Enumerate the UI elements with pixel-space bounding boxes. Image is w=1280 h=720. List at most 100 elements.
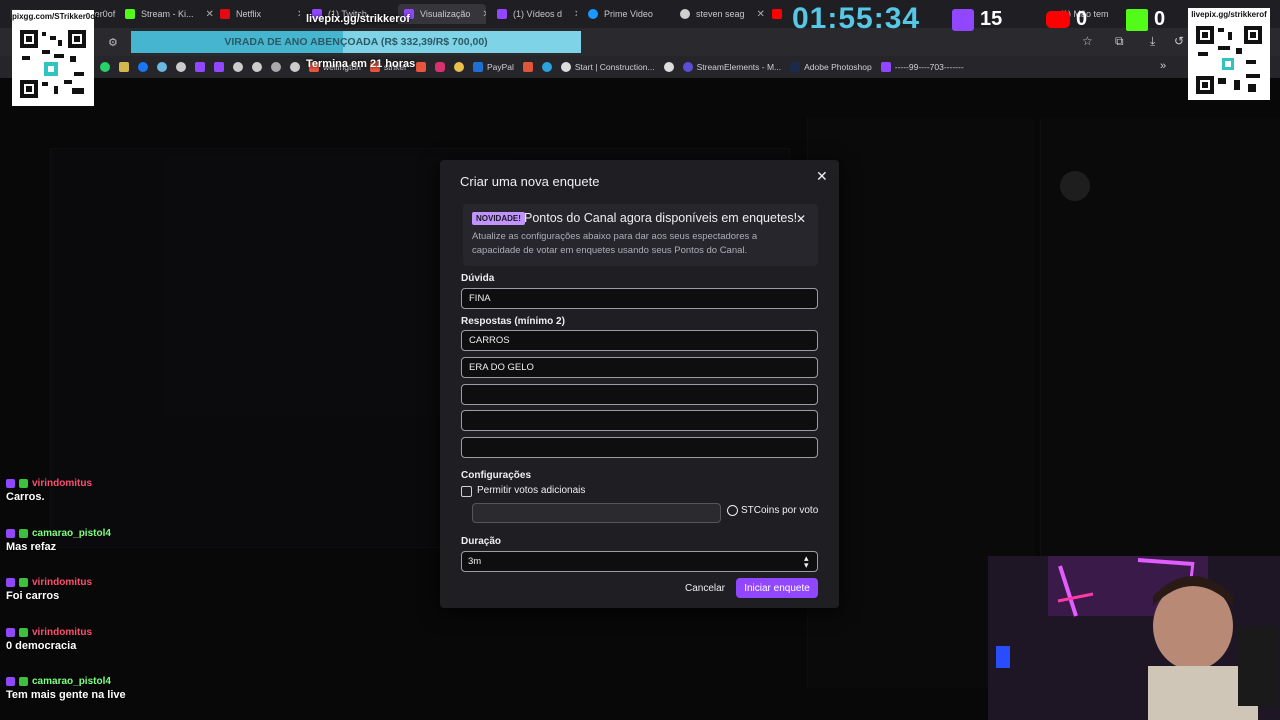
- bookmark-label: Adobe Photoshop: [804, 62, 872, 72]
- goal-ends-text: Termina em 21 horas: [306, 58, 416, 70]
- bookmark[interactable]: [233, 62, 243, 72]
- bookmark-icon: [453, 62, 464, 72]
- globe-icon: [271, 62, 281, 72]
- kick-icon: [1126, 8, 1148, 31]
- duration-value: 3m: [468, 556, 482, 567]
- answer-input-4[interactable]: [461, 410, 818, 431]
- bookmark[interactable]: [663, 62, 674, 72]
- twitch-icon: [952, 8, 974, 31]
- config-label: Configurações: [461, 470, 532, 481]
- twitch-badge-icon: [6, 479, 15, 488]
- kick-icon: [125, 9, 135, 19]
- duration-select[interactable]: 3m ▴ ▾: [461, 551, 818, 572]
- kick-viewer-count: 0: [1126, 8, 1165, 31]
- gmail-icon: [415, 62, 426, 72]
- close-tab-icon[interactable]: ✕: [297, 9, 300, 20]
- browser-tab-active[interactable]: Visualização ✕: [398, 4, 486, 24]
- twitch-icon: [880, 62, 891, 72]
- browser-tab[interactable]: (1) Vídeos d ✕: [497, 4, 577, 24]
- bookmark-instagram[interactable]: [434, 62, 445, 72]
- answer-input-3[interactable]: [461, 384, 818, 405]
- coins-per-vote-input: [472, 503, 721, 523]
- tab-label: Visualização: [420, 9, 471, 19]
- tab-label: Stream - Ki...: [141, 9, 194, 19]
- chat-message: camarao_pistol4 Mas refaz: [6, 528, 236, 553]
- bookmark[interactable]: [453, 62, 464, 72]
- netflix-icon: [220, 9, 230, 19]
- chat-username: camarao_pistol4: [32, 676, 111, 687]
- verified-badge-icon: [19, 628, 28, 637]
- youtube-viewer-count: 0: [1046, 8, 1087, 31]
- extensions-icon[interactable]: ⧉: [1115, 34, 1124, 49]
- notice-title: Pontos do Canal agora disponíveis em enq…: [524, 211, 798, 225]
- cancel-button[interactable]: Cancelar: [678, 578, 732, 598]
- close-tab-icon[interactable]: ✕: [482, 9, 486, 20]
- bookmark-numbers[interactable]: -----99----703-------: [880, 62, 964, 72]
- subathon-timer: 01:55:34: [792, 2, 921, 35]
- star-icon[interactable]: ☆: [1082, 34, 1093, 48]
- browser-tab[interactable]: Netflix ✕: [220, 4, 300, 24]
- chat-message: virindomitus Foi carros: [6, 577, 236, 602]
- bookmark-label: -----99----703-------: [894, 62, 964, 72]
- bookmark[interactable]: [157, 62, 167, 72]
- bookmark[interactable]: [415, 62, 426, 72]
- close-tab-icon[interactable]: ✕: [206, 9, 214, 20]
- answer-input-1[interactable]: CARROS: [461, 330, 818, 351]
- bookmark-facebook[interactable]: [138, 62, 148, 72]
- additional-votes-label[interactable]: Permitir votos adicionais: [477, 485, 585, 496]
- bookmark-twitch[interactable]: [214, 62, 224, 72]
- close-tab-icon[interactable]: ✕: [757, 9, 765, 20]
- question-input[interactable]: FINA: [461, 288, 818, 309]
- bookmark-photoshop[interactable]: Adobe Photoshop: [790, 62, 872, 72]
- telegram-icon: [541, 62, 552, 72]
- bookmark-paypal[interactable]: PayPal: [472, 62, 514, 72]
- globe-icon: [176, 62, 186, 72]
- chat-message: virindomitus 0 democracia: [6, 627, 236, 652]
- history-icon[interactable]: ↺: [1174, 34, 1184, 48]
- answer-input-5[interactable]: [461, 437, 818, 458]
- bookmark[interactable]: [252, 62, 262, 72]
- start-poll-button[interactable]: Iniciar enquete: [736, 578, 818, 598]
- twitch-badge-icon: [6, 628, 15, 637]
- bookmark-twitch[interactable]: [195, 62, 205, 72]
- chat-username: camarao_pistol4: [32, 528, 111, 539]
- close-icon[interactable]: ✕: [816, 168, 828, 185]
- donation-goal-text: VIRADA DE ANO ABENÇOADA (R$ 332,39/R$ 70…: [224, 36, 488, 48]
- bookmark[interactable]: [176, 62, 186, 72]
- browser-tab[interactable]: steven seag ✕: [680, 4, 770, 24]
- browser-tab[interactable]: [772, 4, 792, 24]
- bookmark[interactable]: [290, 62, 300, 72]
- webcam-feed: [988, 556, 1280, 720]
- globe-icon: [560, 62, 571, 72]
- additional-votes-checkbox[interactable]: [461, 486, 472, 497]
- tab-label: Netflix: [236, 9, 262, 19]
- answer-input-2[interactable]: ERA DO GELO: [461, 357, 818, 378]
- dismiss-notice-icon[interactable]: ✕: [796, 212, 806, 226]
- chevron-right-icon[interactable]: »: [1160, 60, 1166, 72]
- bookmark-streamelements[interactable]: StreamElements - M...: [682, 62, 781, 72]
- bookmark[interactable]: [119, 62, 129, 72]
- download-icon[interactable]: ⤓: [1150, 34, 1155, 49]
- bookmark[interactable]: [271, 62, 281, 72]
- modal-title: Criar uma nova enquete: [460, 174, 600, 189]
- chevron-up-down-icon: ▴ ▾: [804, 553, 809, 570]
- verified-badge-icon: [19, 578, 28, 587]
- bookmark-start[interactable]: Start | Construction...: [560, 62, 655, 72]
- browser-tab[interactable]: Stream - Ki... ✕: [125, 4, 215, 24]
- chat-text: Mas refaz: [6, 541, 57, 553]
- globe-icon: [233, 62, 243, 72]
- bookmark[interactable]: [522, 62, 533, 72]
- instagram-icon: [434, 62, 445, 72]
- browser-tab[interactable]: Prime Video: [588, 4, 673, 24]
- whatsapp-icon: [100, 62, 110, 72]
- bookmark-telegram[interactable]: [541, 62, 552, 72]
- chat-text: Tem mais gente na live: [6, 689, 126, 701]
- facebook-icon: [138, 62, 148, 72]
- close-tab-icon[interactable]: ✕: [574, 9, 577, 20]
- paypal-icon: [472, 62, 483, 72]
- tune-icon[interactable]: ⚙: [108, 36, 118, 49]
- bookmark-whatsapp[interactable]: [100, 62, 110, 72]
- qr-code-right: [1188, 8, 1270, 100]
- tab-label: Prime Video: [604, 9, 653, 19]
- chat-message: camarao_pistol4 Tem mais gente na live: [6, 676, 236, 701]
